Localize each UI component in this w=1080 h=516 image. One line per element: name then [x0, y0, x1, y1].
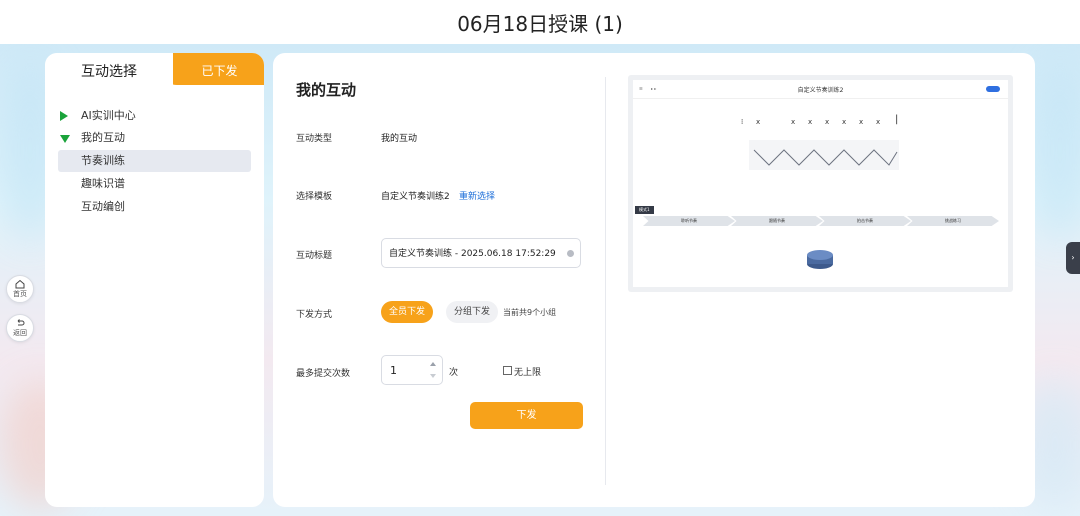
preview-step: 聆听节奏 — [643, 216, 735, 226]
expand-arrow-icon — [60, 111, 68, 121]
panel-tabs: 互动选择 已下发 — [45, 53, 264, 101]
group-count-hint: 当前共9个小组 — [503, 308, 557, 317]
preview-note: x — [825, 118, 830, 126]
unlimited-label: 无上限 — [514, 368, 542, 378]
preview-note: x — [876, 118, 881, 126]
interaction-tree: AI实训中心 我的互动 节奏训练 趣味识谱 互动编创 — [45, 105, 264, 219]
preview-screen: ☰ ▸ ▸ 自定义节奏训练2 ⁞ x x x x x x x | 模式1 聆听节… — [633, 80, 1008, 287]
tree-subitem-rhythm-training[interactable]: 节奏训练 — [58, 150, 251, 172]
preview-note: x — [756, 118, 761, 126]
title-label: 互动标题 — [296, 251, 333, 261]
max-submit-stepper[interactable]: 1 — [381, 355, 443, 385]
preview-step: 跟随节奏 — [731, 216, 823, 226]
max-submit-label: 最多提交次数 — [296, 369, 351, 379]
template-value: 自定义节奏训练2 — [381, 192, 450, 202]
preview-note: x — [791, 118, 796, 126]
section-title: 我的互动 — [296, 81, 357, 99]
collapse-arrow-icon — [60, 135, 70, 143]
home-button-label: 首页 — [13, 290, 27, 298]
back-button[interactable]: 返回 — [6, 314, 34, 342]
interaction-select-panel: 互动选择 已下发 AI实训中心 我的互动 节奏训练 趣味识谱 互动编创 — [45, 53, 264, 507]
unlimited-checkbox[interactable] — [503, 366, 512, 375]
interaction-title-input[interactable]: 自定义节奏训练 - 2025.06.18 17:52:29 — [381, 238, 581, 268]
reselect-template-link[interactable]: 重新选择 — [459, 189, 495, 202]
expand-side-panel-button[interactable]: › — [1066, 242, 1080, 274]
home-button[interactable]: 首页 — [6, 275, 34, 303]
tree-subitem-fun-notation[interactable]: 趣味识谱 — [58, 173, 251, 195]
top-bar: 06月18日授课 (1) — [0, 0, 1080, 44]
chevron-right-icon: › — [1071, 253, 1075, 262]
template-preview: ☰ ▸ ▸ 自定义节奏训练2 ⁞ x x x x x x x | 模式1 聆听节… — [628, 75, 1013, 292]
template-label: 选择模板 — [296, 192, 333, 202]
preview-section-tag: 模式1 — [635, 206, 654, 214]
preview-step: 拍击节奏 — [819, 216, 911, 226]
tab-interaction-select[interactable]: 互动选择 — [45, 53, 173, 101]
preview-note: x — [842, 118, 847, 126]
type-label: 互动类型 — [296, 134, 333, 144]
issue-group-button[interactable]: 分组下发 — [446, 301, 498, 323]
tab-issued-label: 已下发 — [201, 64, 238, 78]
mode-label: 下发方式 — [296, 310, 333, 320]
interaction-title-value: 自定义节奏训练 - 2025.06.18 17:52:29 — [389, 249, 556, 259]
tree-subitem-interactive-compose[interactable]: 互动编创 — [58, 196, 251, 218]
increment-icon[interactable] — [430, 362, 436, 366]
background-decoration — [1030, 60, 1080, 240]
preview-step: 挑战练习 — [907, 216, 999, 226]
page-title: 06月18日授课 (1) — [457, 12, 623, 36]
clear-icon[interactable] — [567, 250, 574, 257]
tree-item-label: AI实训中心 — [81, 109, 136, 122]
issue-button[interactable]: 下发 — [470, 402, 583, 429]
tree-item-label: 我的互动 — [81, 131, 125, 144]
preview-title: 自定义节奏训练2 — [797, 87, 844, 94]
max-submit-unit: 次 — [449, 368, 459, 378]
max-submit-value: 1 — [390, 364, 397, 377]
back-button-label: 返回 — [13, 329, 27, 337]
divider — [605, 77, 606, 485]
preview-toggle-icon — [986, 86, 1000, 92]
tree-subitem-label: 节奏训练 — [81, 154, 125, 167]
home-icon — [15, 279, 25, 289]
decrement-icon[interactable] — [430, 374, 436, 378]
tree-item-my-interactions[interactable]: 我的互动 — [45, 127, 264, 149]
back-arrow-icon — [17, 319, 25, 326]
tree-subitem-label: 互动编创 — [81, 200, 125, 213]
preview-time-signature: ⁞ — [741, 118, 744, 126]
tree-subitem-label: 趣味识谱 — [81, 177, 125, 190]
preview-header: ☰ ▸ ▸ 自定义节奏训练2 — [633, 80, 1008, 99]
interaction-form-panel: 我的互动 互动类型 我的互动 选择模板 自定义节奏训练2 重新选择 互动标题 自… — [273, 53, 1035, 507]
drum-icon — [807, 250, 833, 269]
tree-item-ai-training[interactable]: AI实训中心 — [45, 105, 264, 127]
preview-wave-graph — [749, 140, 899, 170]
preview-note: x — [859, 118, 864, 126]
type-value: 我的互动 — [381, 134, 418, 144]
issue-all-button[interactable]: 全员下发 — [381, 301, 433, 323]
preview-note: x — [808, 118, 813, 126]
preview-barline: | — [895, 114, 899, 125]
